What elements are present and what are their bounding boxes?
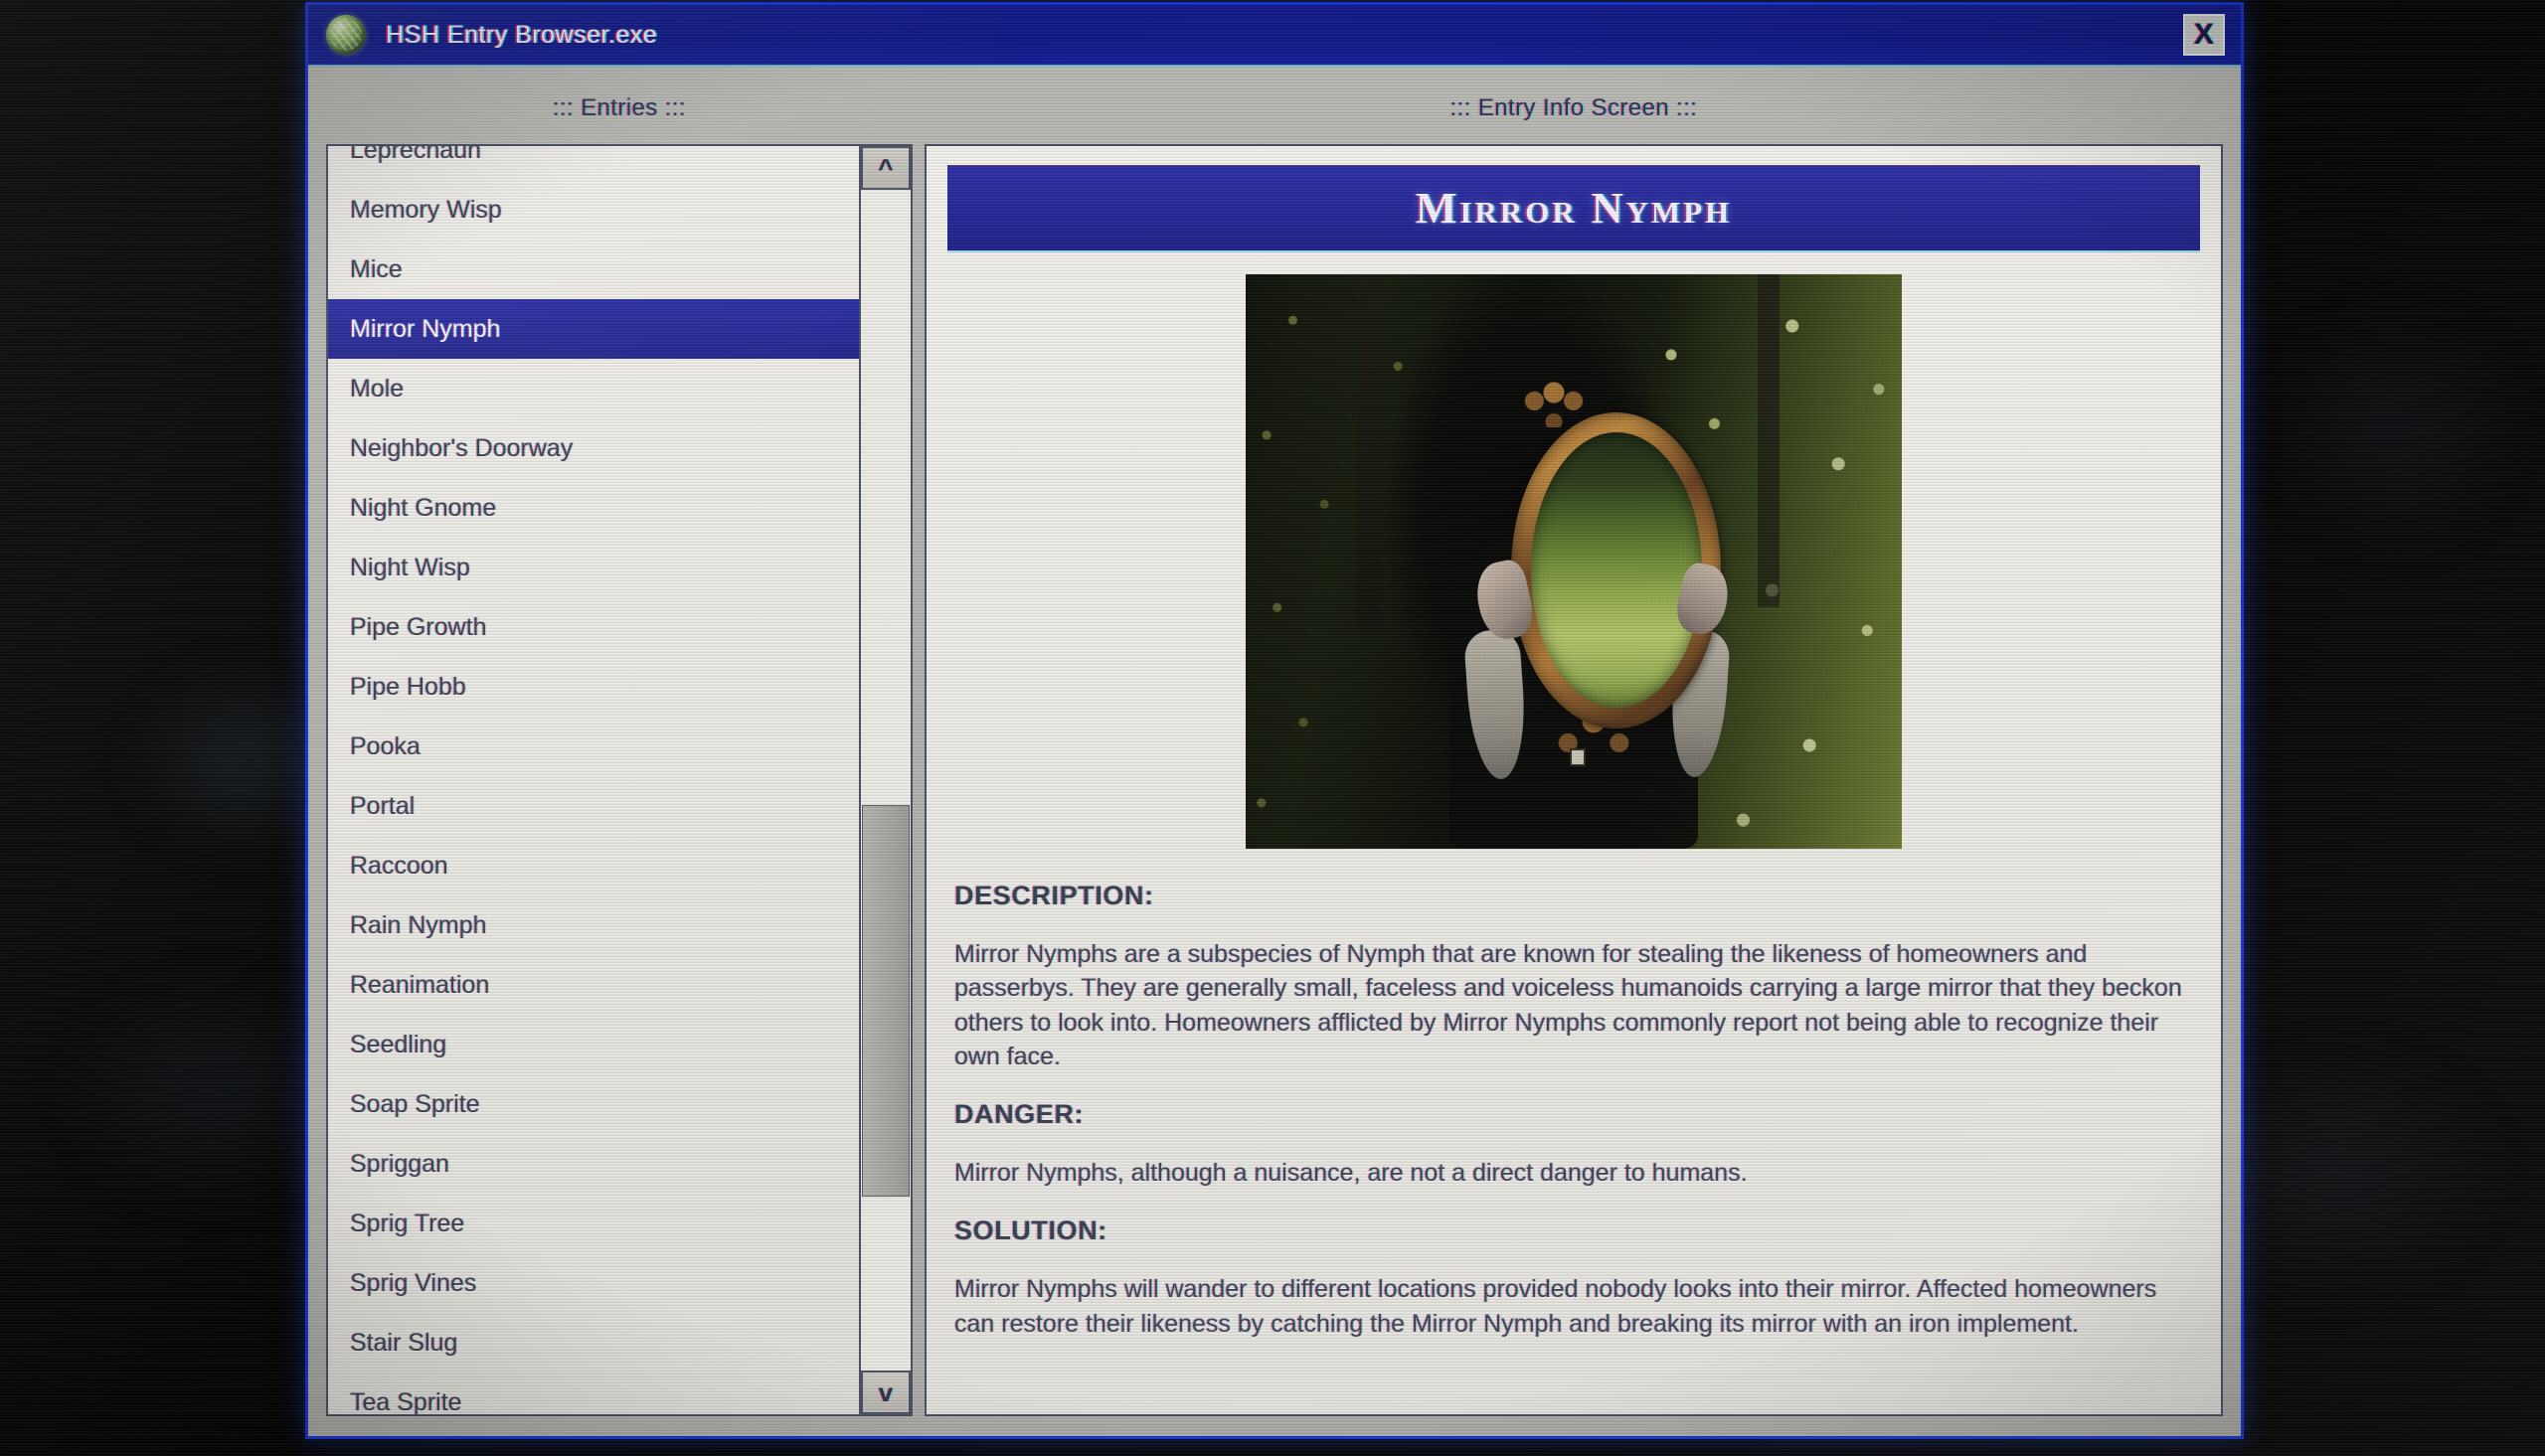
entry-list-item[interactable]: Memory Wisp — [328, 180, 861, 240]
entries-listbox[interactable]: Leprechaun Memory Wisp Mice Mirror Nymph Mol… — [326, 144, 913, 1416]
scroll-up-button[interactable]: ^ — [861, 146, 911, 190]
entry-list-item[interactable]: Raccoon — [328, 836, 861, 895]
entry-list-item[interactable]: Tea Sprite — [328, 1373, 861, 1414]
entry-list-item[interactable]: Pipe Hobb — [328, 657, 861, 717]
window-body: ::: Entries ::: Leprechaun Memory Wisp Mic… — [308, 67, 2241, 1436]
photo-grain-overlay — [1246, 274, 1902, 849]
info-heading: ::: Entry Info Screen ::: — [1449, 94, 1698, 121]
entry-list-item[interactable]: Soap Sprite — [328, 1074, 861, 1134]
entry-photo-frame — [1246, 274, 1902, 849]
entry-sections: DESCRIPTION: Mirror Nymphs are a subspeci… — [954, 881, 2193, 1341]
window-title: HSH Entry Browser.exe — [386, 20, 658, 49]
entry-list-item[interactable]: Sprig Tree — [328, 1194, 861, 1253]
entry-title-banner: Mirror Nymph — [947, 165, 2200, 252]
entry-list-item[interactable]: Portal — [328, 776, 861, 836]
close-button[interactable]: X — [2183, 14, 2225, 56]
entry-list-item[interactable]: Mice — [328, 240, 861, 299]
entry-list-item[interactable]: Leprechaun — [328, 146, 861, 180]
entry-list-item[interactable]: Sprig Vines — [328, 1253, 861, 1313]
desktop-background: HSH Entry Browser.exe X ::: Entries ::: … — [0, 0, 2545, 1456]
entry-list-item[interactable]: Stair Slug — [328, 1313, 861, 1373]
entry-title: Mirror Nymph — [1415, 184, 1733, 233]
chevron-down-icon: v — [878, 1376, 894, 1407]
entry-list-item[interactable]: Night Gnome — [328, 478, 861, 538]
info-pane: ::: Entry Info Screen ::: Mirror Nymph D… — [925, 67, 2223, 1436]
mirror-nymph-photo — [1246, 274, 1902, 849]
entries-scrollbar[interactable]: ^ v — [859, 146, 911, 1414]
entry-list-item[interactable]: Mole — [328, 359, 861, 418]
section-body: Mirror Nymphs are a subspecies of Nymph … — [954, 940, 2182, 1070]
entry-list-item[interactable]: Pipe Growth — [328, 597, 861, 657]
entries-heading: ::: Entries ::: — [552, 94, 687, 121]
entry-list-item[interactable]: Seedling — [328, 1015, 861, 1074]
section-label: DESCRIPTION: — [954, 881, 1154, 910]
close-icon: X — [2193, 18, 2214, 51]
entry-list-item[interactable]: Reanimation — [328, 955, 861, 1015]
entry-list-item[interactable]: Rain Nymph — [328, 895, 861, 955]
entry-list-item[interactable]: Pooka — [328, 717, 861, 776]
lens-flare — [2267, 298, 2525, 557]
entry-info-panel: Mirror Nymph DESCRIPTION: Mirror Nymphs … — [925, 144, 2223, 1416]
entry-list-item[interactable]: Night Wisp — [328, 538, 861, 597]
globe-icon — [326, 15, 366, 55]
scroll-down-button[interactable]: v — [861, 1371, 911, 1414]
entry-list-item[interactable]: Spriggan — [328, 1134, 861, 1194]
section-body: Mirror Nymphs will wander to different l… — [954, 1275, 2157, 1338]
entries-list: Leprechaun Memory Wisp Mice Mirror Nymph Mol… — [328, 146, 861, 1414]
entry-list-item[interactable]: Mirror Nymph — [328, 299, 861, 359]
window-title-bar[interactable]: HSH Entry Browser.exe X — [308, 5, 2241, 67]
section-body: Mirror Nymphs, although a nuisance, are … — [954, 1159, 1748, 1187]
scrollbar-thumb[interactable] — [862, 805, 910, 1197]
chevron-up-icon: ^ — [878, 152, 894, 183]
section-label: SOLUTION: — [954, 1215, 1107, 1246]
entry-list-item[interactable]: Neighbor's Doorway — [328, 418, 861, 478]
section-label: DANGER: — [954, 1099, 1085, 1129]
entries-pane: ::: Entries ::: Leprechaun Memory Wisp Mic… — [326, 67, 913, 1436]
application-window: HSH Entry Browser.exe X ::: Entries ::: … — [305, 2, 2244, 1439]
